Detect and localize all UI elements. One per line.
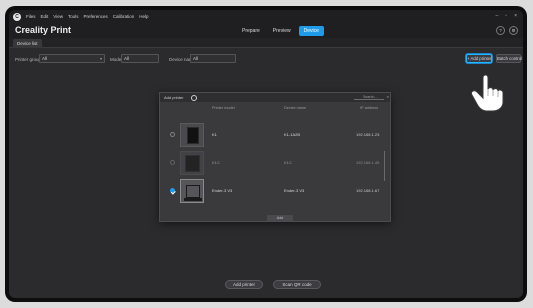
menu-calibration[interactable]: Calibration: [113, 14, 135, 19]
printer-thumbnail: [180, 151, 204, 175]
row-name: K1C: [284, 160, 292, 165]
dialog-add-button[interactable]: Add: [267, 215, 293, 221]
column-ip-address: IP address: [360, 106, 379, 110]
dialog-column-header: Printer model Device name IP address: [160, 103, 390, 113]
row-ip: 192.168.1.45: [356, 160, 380, 165]
app-window: C Files Edit View Tools Preferences Cali…: [9, 10, 523, 298]
row-ip: 192.168.1.23: [356, 132, 380, 137]
row-name: Ender-3 V3: [284, 188, 305, 193]
menu-view[interactable]: View: [53, 14, 63, 19]
batch-control-button[interactable]: Batch control: [496, 54, 522, 63]
add-printer-dialog: Add printer Search… × Printer model Devi…: [159, 92, 391, 222]
menu-files[interactable]: Files: [26, 14, 36, 19]
row-ip: 192.168.1.67: [356, 188, 380, 193]
title-icons: ? ⚙: [496, 26, 518, 35]
menu-edit[interactable]: Edit: [41, 14, 49, 19]
row-radio[interactable]: [170, 160, 175, 165]
add-printer-button[interactable]: + Add printer: [466, 54, 492, 63]
menu-help[interactable]: Help: [139, 14, 148, 19]
filter-bar: Printer group All ▾ Model All Device nam…: [9, 48, 523, 70]
dialog-scrollbar[interactable]: [383, 151, 385, 181]
printer-thumbnail: [180, 179, 204, 203]
pointing-hand-icon: [471, 74, 504, 112]
row-radio[interactable]: [170, 132, 175, 137]
row-radio[interactable]: [170, 188, 175, 193]
printer-group-label: Printer group: [15, 57, 42, 62]
menu-tools[interactable]: Tools: [68, 14, 79, 19]
printer-group-value: All: [42, 56, 48, 61]
row-name: K1-1A2B: [284, 132, 301, 137]
dialog-header: Add printer Search… ×: [160, 93, 390, 102]
dialog-close-icon[interactable]: ×: [387, 94, 389, 99]
printer-row[interactable]: K1 K1-1A2B 192.168.1.23: [160, 122, 390, 148]
app-title: Creality Print: [15, 25, 72, 35]
row-model: K1C: [212, 160, 220, 165]
title-bar: Creality Print Prepare Preview Device ? …: [9, 23, 523, 38]
printer-row[interactable]: Ender-3 V3 Ender-3 V3 192.168.1.67: [160, 178, 390, 204]
printer-k1-icon: [187, 127, 199, 144]
minimize-icon[interactable]: –: [496, 13, 499, 19]
printer-thumbnail: [180, 123, 204, 147]
device-name-value: All: [193, 56, 199, 61]
creality-logo-icon: C: [13, 12, 21, 21]
mode-tabs: Prepare Preview Device: [237, 26, 324, 36]
printer-row[interactable]: K1C K1C 192.168.1.45: [160, 150, 390, 176]
window-controls: – ▫ ×: [496, 13, 517, 19]
device-frame: C Files Edit View Tools Preferences Cali…: [5, 6, 527, 302]
row-model: Ender-3 V3: [212, 188, 233, 193]
refresh-icon[interactable]: [191, 94, 197, 101]
printer-group-select[interactable]: All ▾: [39, 54, 105, 63]
printer-k1c-icon: [185, 155, 200, 172]
scan-qr-button[interactable]: Scan QR code: [273, 280, 321, 289]
column-device-name: Device name: [284, 106, 307, 110]
menu-preferences[interactable]: Preferences: [83, 14, 107, 19]
column-printer-model: Printer model: [212, 106, 235, 110]
device-tabstrip: Device list: [9, 38, 523, 48]
settings-gear-icon[interactable]: ⚙: [509, 26, 518, 35]
menu-bar: C Files Edit View Tools Preferences Cali…: [9, 10, 523, 23]
dialog-search-input[interactable]: Search…: [354, 95, 384, 100]
printer-ender-icon: [186, 185, 200, 198]
help-icon[interactable]: ?: [496, 26, 505, 35]
model-select[interactable]: All: [121, 54, 159, 63]
tab-device[interactable]: Device: [298, 26, 324, 36]
maximize-icon[interactable]: ▫: [505, 13, 507, 19]
printer-base-icon: [184, 198, 202, 201]
dialog-title: Add printer: [164, 95, 184, 100]
model-value: All: [124, 56, 130, 61]
row-model: K1: [212, 132, 217, 137]
tab-prepare[interactable]: Prepare: [237, 26, 265, 36]
close-icon[interactable]: ×: [514, 13, 517, 19]
tab-device-list[interactable]: Device list: [13, 39, 42, 48]
bottom-add-printer-button[interactable]: Add printer: [225, 280, 263, 289]
device-name-select[interactable]: All: [190, 54, 236, 63]
chevron-down-icon: ▾: [99, 56, 102, 61]
tab-preview[interactable]: Preview: [268, 26, 296, 36]
